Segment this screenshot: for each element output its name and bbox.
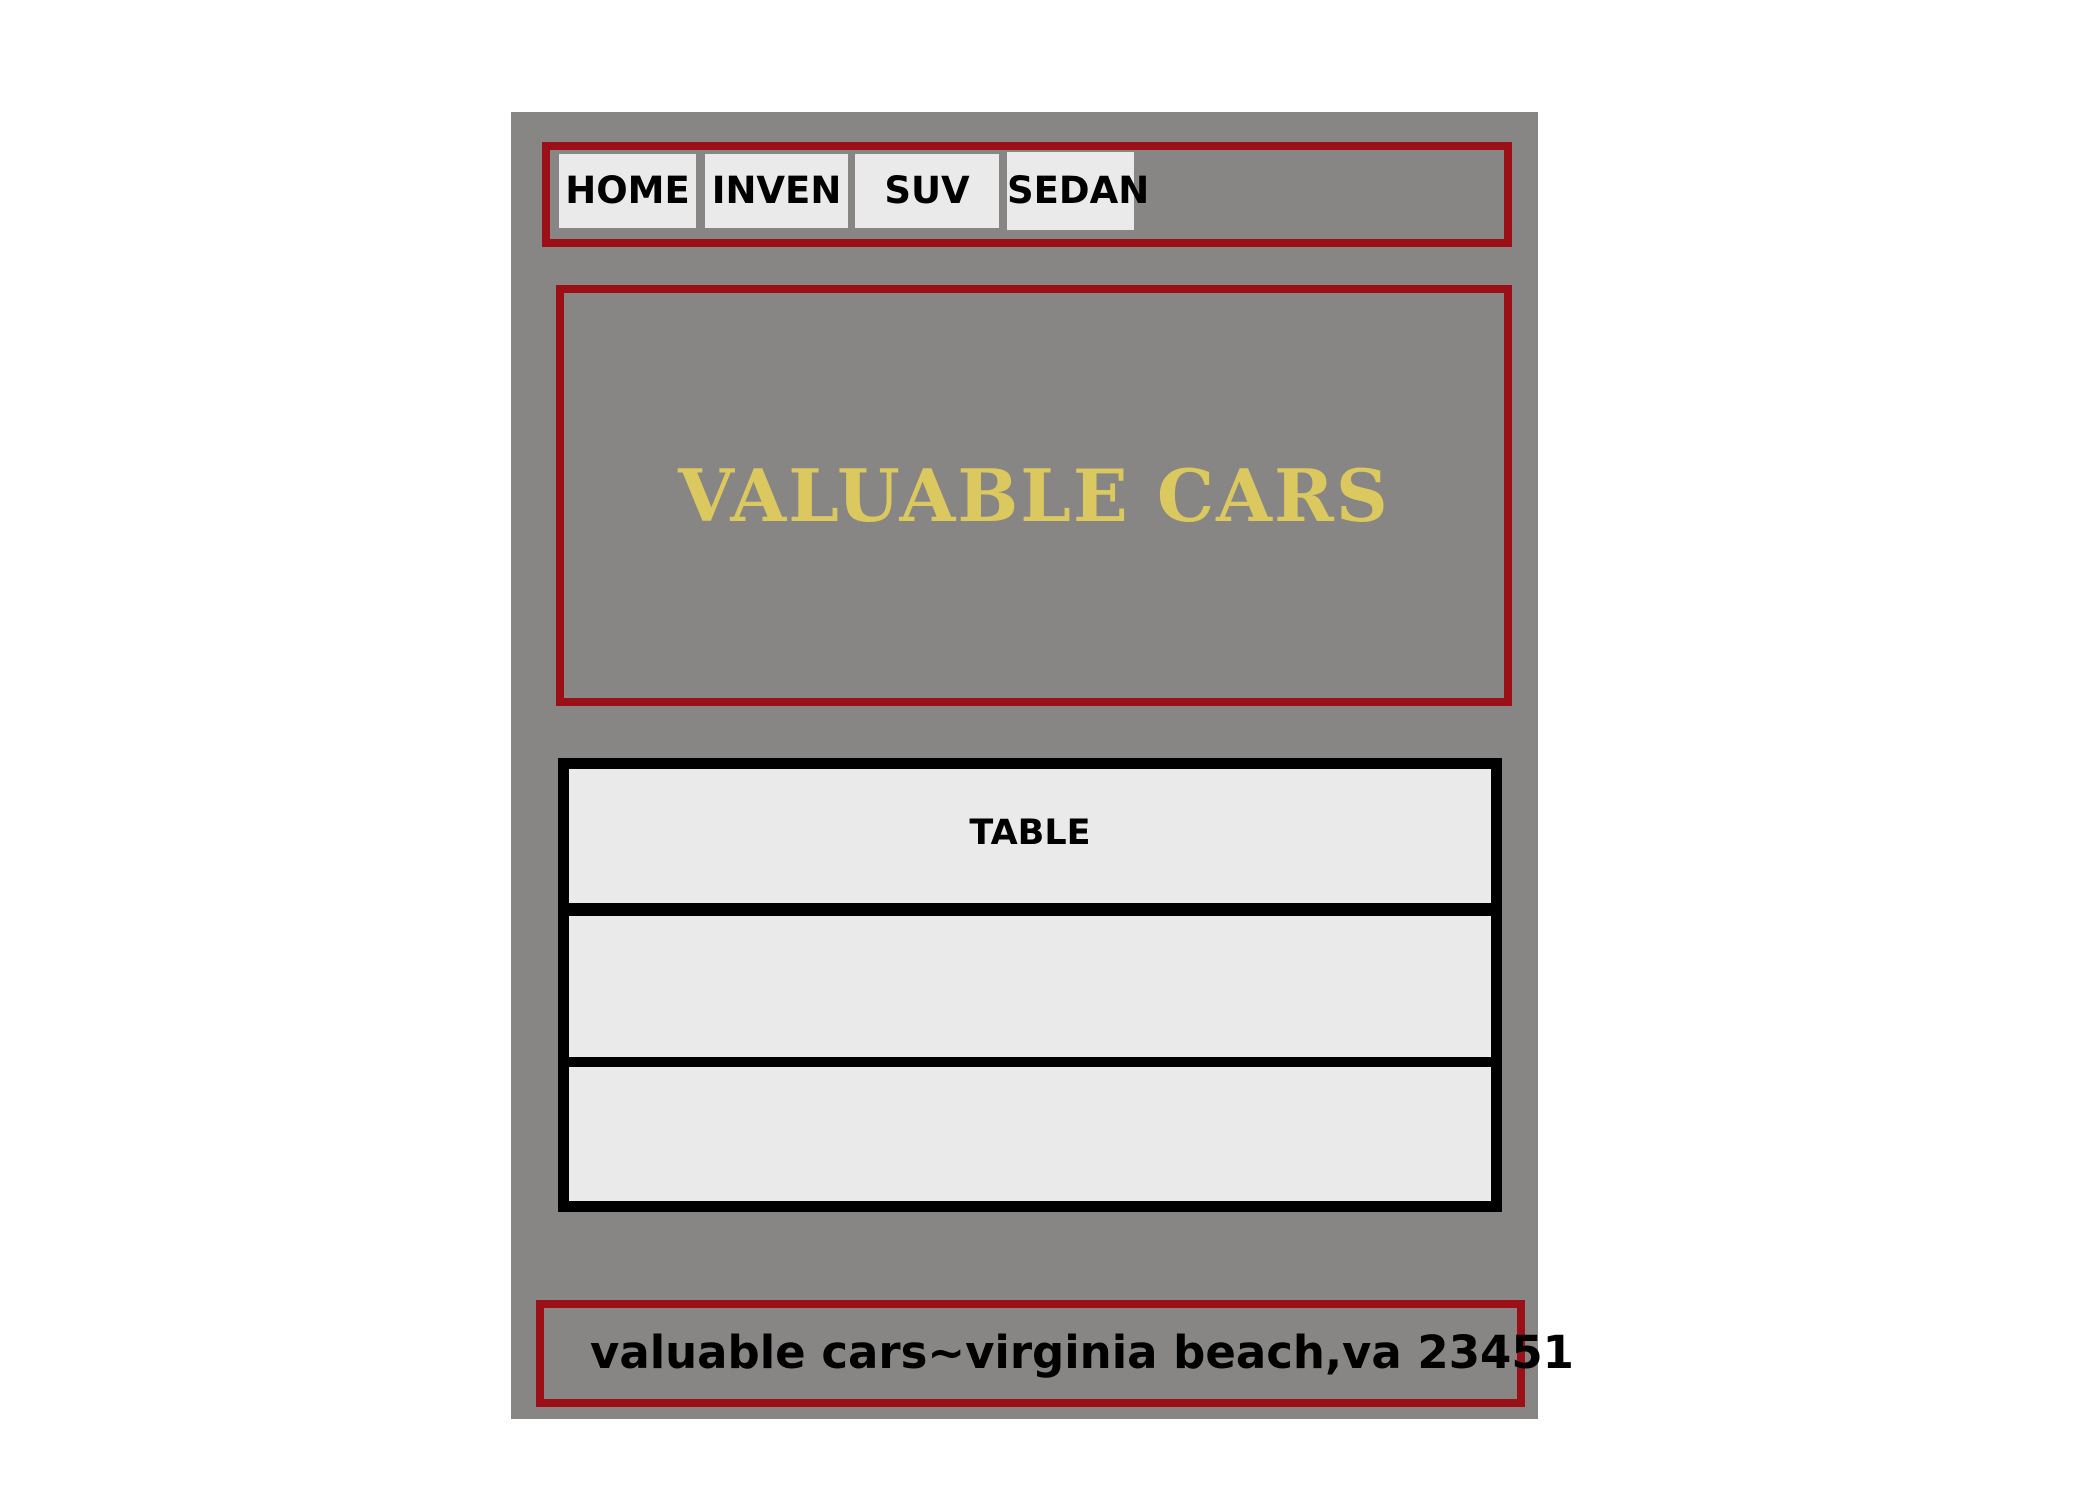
nav-item-suv[interactable]: SUV (855, 154, 999, 228)
table-row (569, 1067, 1491, 1201)
table-header-row: TABLE (569, 769, 1491, 903)
nav-item-home[interactable]: HOME (559, 154, 696, 228)
hero-banner: VALUABLE CARS (556, 285, 1512, 706)
footer-address: valuable cars~virginia beach,va 23451 (590, 1326, 1574, 1379)
content-table: TABLE (558, 758, 1502, 1212)
site-title: VALUABLE CARS (678, 453, 1390, 538)
nav-item-inven[interactable]: INVEN (705, 154, 848, 228)
nav-bar: HOME INVEN SUV SEDAN (542, 142, 1512, 247)
table-header-label: TABLE (969, 813, 1091, 853)
page-container: HOME INVEN SUV SEDAN VALUABLE CARS TABLE… (511, 112, 1574, 1419)
table-row (569, 916, 1491, 1057)
nav-item-sedan[interactable]: SEDAN (1007, 152, 1149, 230)
footer: valuable cars~virginia beach,va 23451 (536, 1300, 1574, 1407)
